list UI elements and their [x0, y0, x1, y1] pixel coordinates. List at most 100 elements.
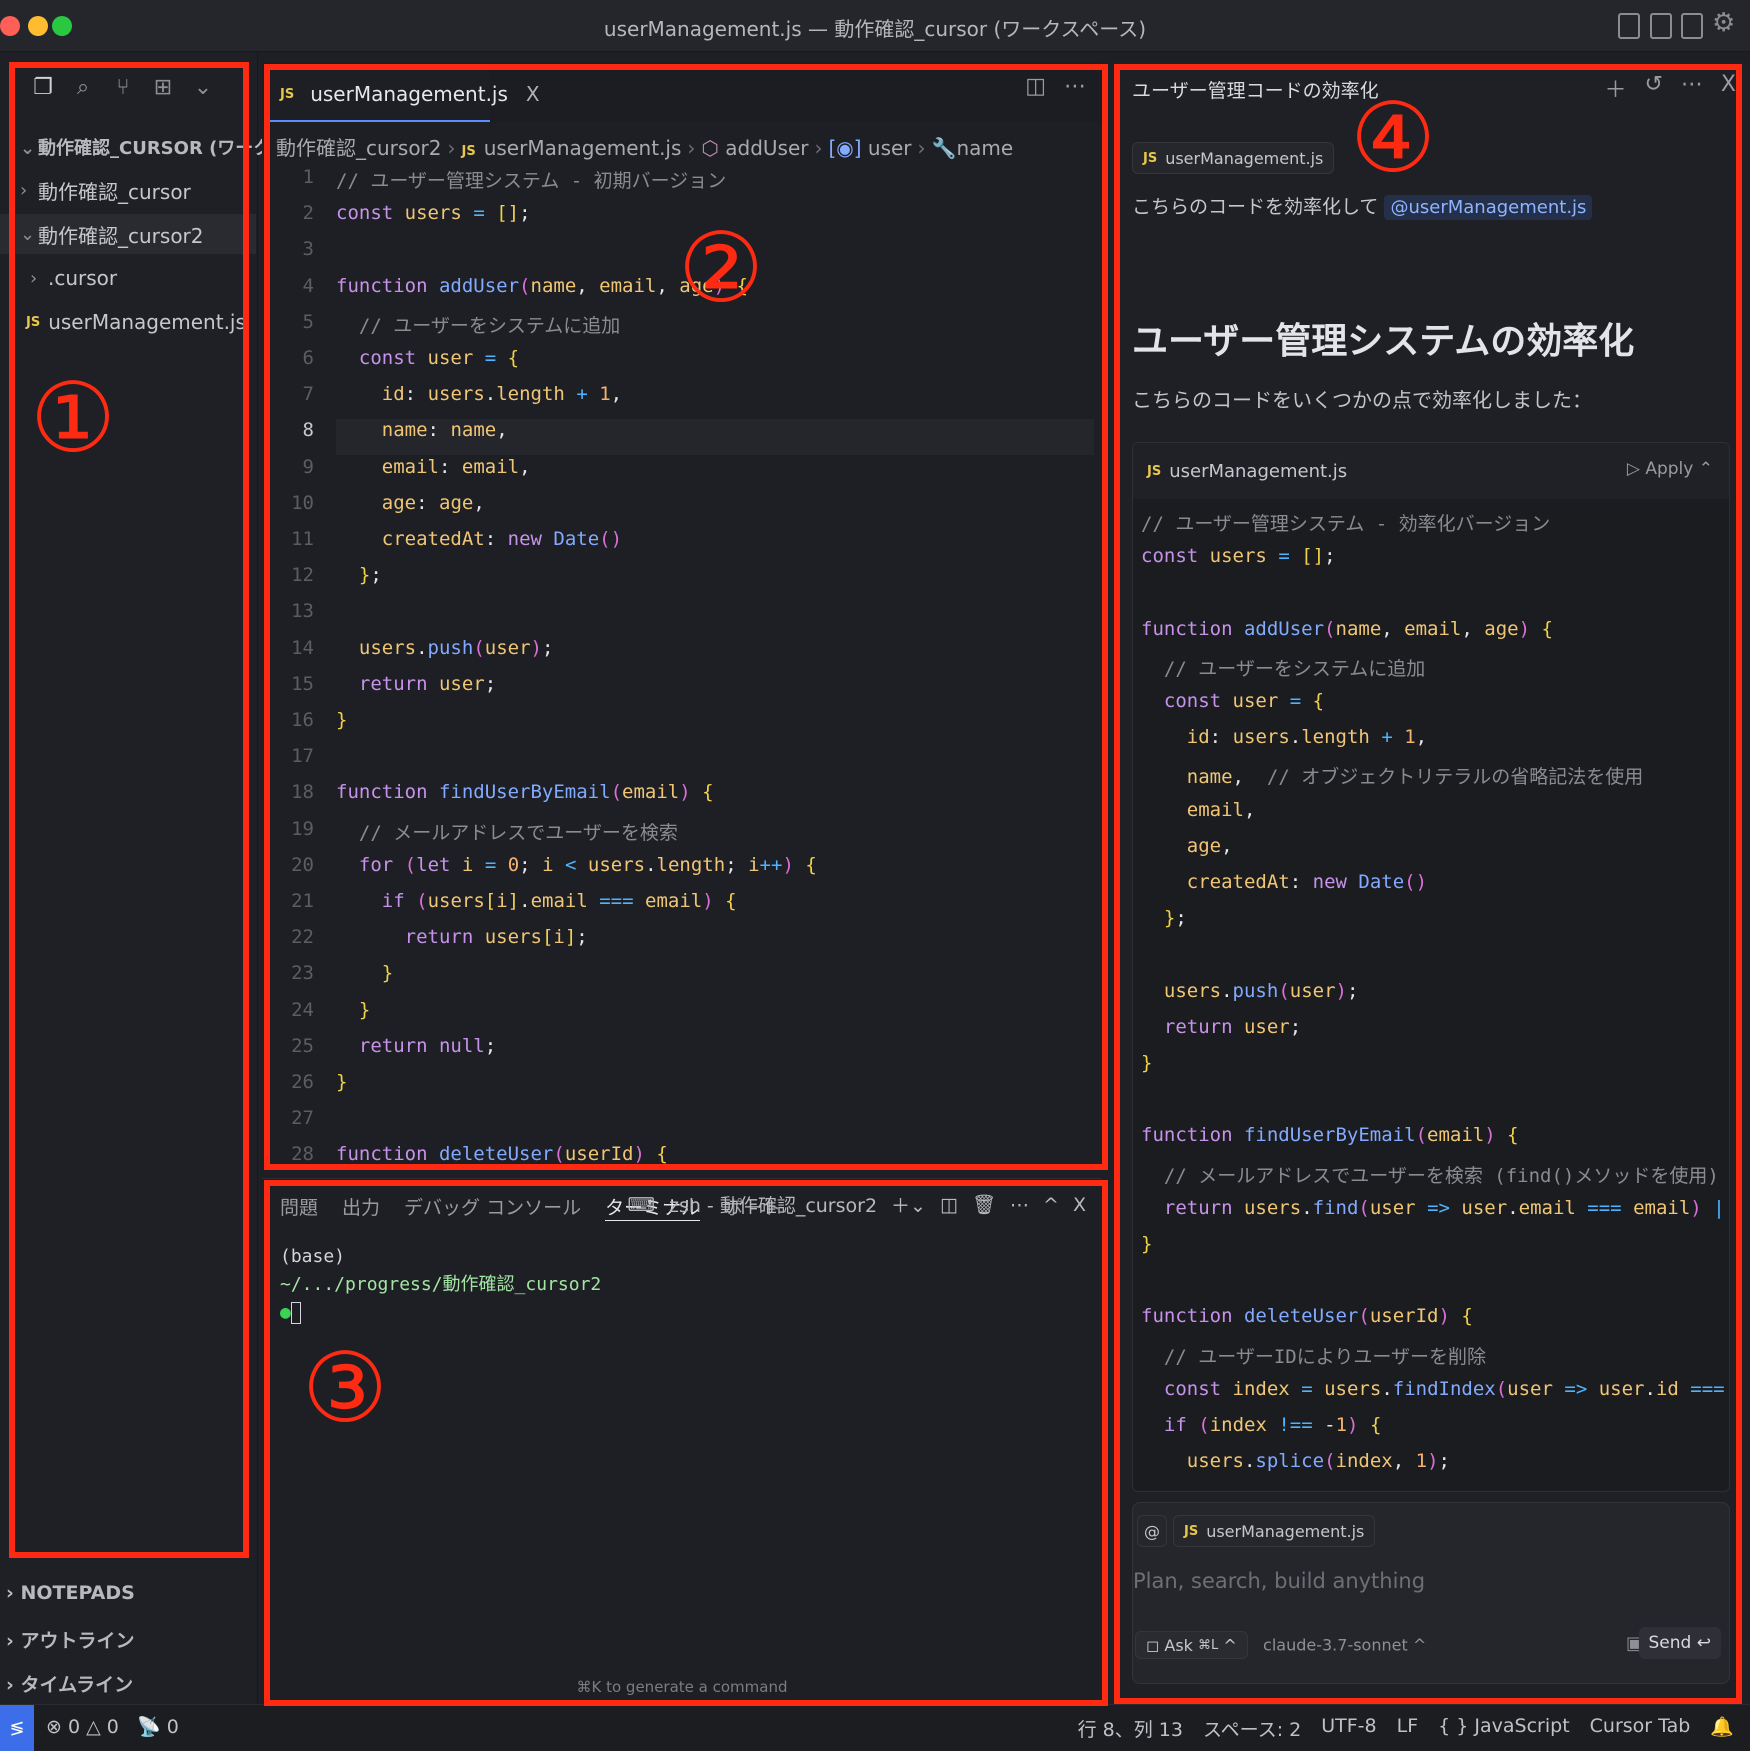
chevron-down-icon[interactable]: ⌄: [190, 72, 216, 102]
line-number: 10: [291, 491, 314, 514]
toggle-secondary-sidebar-icon[interactable]: [1681, 13, 1703, 39]
tree-item-label: userManagement.js: [48, 310, 246, 334]
error-icon: ⊗: [46, 1716, 62, 1738]
code-block-line: id: users.length + 1,: [1186, 726, 1428, 749]
code-line: return user;: [358, 672, 497, 695]
new-chat-plus-icon[interactable]: ＋: [1604, 72, 1626, 104]
terminal-line: ~/.../progress/動作確認_cursor2: [280, 1274, 602, 1295]
more-actions-icon[interactable]: ⋯: [1064, 74, 1086, 99]
trash-icon[interactable]: 🗑: [972, 1193, 996, 1216]
close-chat-icon[interactable]: X: [1721, 72, 1736, 104]
warning-icon: △: [86, 1716, 101, 1738]
code-line: email: email,: [381, 455, 531, 478]
tab-output[interactable]: 出力: [342, 1193, 380, 1221]
line-number: 13: [291, 600, 314, 623]
terminal-selector[interactable]: zsh - 動作確認_cursor2: [669, 1191, 877, 1218]
bell-icon[interactable]: 🔔: [1710, 1715, 1734, 1742]
terminal-output[interactable]: (base) ~/.../progress/動作確認_cursor2 ●: [280, 1243, 601, 1327]
tree-folder-dot-cursor[interactable]: › .cursor: [0, 258, 256, 298]
tab-usermanagement[interactable]: JS userManagement.js X: [270, 68, 540, 122]
code-block-line: name, // オブジェクトリテラルの省略記法を使用: [1186, 766, 1644, 789]
tab-debug-console[interactable]: デバッグ コンソール: [404, 1193, 581, 1221]
problems-indicator[interactable]: ⊗ 0 △ 0 📡 0: [46, 1715, 179, 1738]
code-line: return null;: [358, 1034, 497, 1057]
line-number: 9: [302, 455, 314, 478]
section-notepads[interactable]: › NOTEPADS: [6, 1582, 135, 1604]
apply-button[interactable]: ▷ Apply ⌃: [1627, 459, 1713, 479]
chat-bubble-icon: ◻: [1146, 1635, 1160, 1655]
code-line: const user = {: [358, 347, 520, 369]
code-line: for (let i = 0; i < users.length; i++) {: [358, 853, 817, 876]
split-terminal-icon[interactable]: ◫: [940, 1194, 958, 1216]
line-number: 27: [291, 1107, 314, 1130]
end-of-line[interactable]: LF: [1397, 1715, 1419, 1742]
search-icon[interactable]: ⌕: [70, 72, 96, 102]
section-timeline[interactable]: › タイムライン: [6, 1670, 133, 1697]
cursor-tab-indicator[interactable]: Cursor Tab: [1590, 1715, 1691, 1742]
explorer-sidebar: ❐ ⌕ ⑂ ⊞ ⌄ ⌄ 動作確認_CURSOR (ワークスペース) › 動作確認_c…: [0, 52, 349, 1704]
split-editor-icon[interactable]: ◫: [1025, 74, 1046, 99]
tree-file-usermanagement[interactable]: JS userManagement.js: [0, 302, 256, 342]
close-tab-icon[interactable]: X: [526, 82, 540, 106]
file-mention[interactable]: @userManagement.js: [1384, 195, 1593, 220]
line-number: 11: [291, 528, 314, 550]
line-number: 1: [302, 166, 314, 188]
code-line: if (users[i].email === email) {: [381, 890, 737, 912]
input-context-file-pill[interactable]: JS userManagement.js: [1173, 1515, 1376, 1547]
model-selector[interactable]: claude-3.7-sonnet: [1263, 1636, 1408, 1655]
line-number: 20: [291, 853, 314, 876]
maximize-panel-icon[interactable]: ^: [1043, 1194, 1059, 1216]
toggle-panel-icon[interactable]: [1650, 13, 1672, 39]
language-mode[interactable]: { } JavaScript: [1438, 1715, 1570, 1742]
tree-folder-cursor2[interactable]: ⌄ 動作確認_cursor2: [0, 214, 256, 254]
extensions-icon[interactable]: ⊞: [150, 72, 176, 102]
bottom-panel: 問題 出力 デバッグ コンソール ターミナル ポート ⌨ zsh - 動作確認_…: [262, 1178, 1102, 1704]
window-title: userManagement.js — 動作確認_cursor (ワークスペース…: [603, 17, 1147, 41]
section-outline[interactable]: › アウトライン: [6, 1626, 134, 1653]
user-message: こちらのコードを効率化して @userManagement.js: [1132, 192, 1593, 220]
settings-gear-icon[interactable]: ⚙: [1712, 8, 1735, 38]
chat-input-placeholder[interactable]: Plan, search, build anything: [1133, 1569, 1425, 1593]
remote-indicator-icon[interactable]: ≶: [0, 1705, 34, 1751]
javascript-file-icon: JS: [26, 314, 41, 330]
response-paragraph: こちらのコードをいくつかの点で効率化しました：: [1132, 388, 1592, 412]
more-actions-icon[interactable]: ⋯: [1010, 1194, 1029, 1216]
code-line: }: [336, 709, 348, 731]
toggle-sidebar-icon[interactable]: [1618, 13, 1640, 39]
more-actions-icon[interactable]: ⋯: [1681, 72, 1703, 104]
breadcrumb-item[interactable]: name: [956, 136, 1013, 160]
mode-selector[interactable]: ◻ Ask ⌘L ^: [1135, 1631, 1248, 1659]
breadcrumb-item[interactable]: 動作確認_cursor2: [276, 136, 442, 160]
new-terminal-icon[interactable]: ＋⌄: [891, 1191, 926, 1218]
encoding[interactable]: UTF-8: [1321, 1715, 1376, 1742]
line-number: 5: [302, 310, 314, 333]
code-block-line: users.splice(index, 1);: [1186, 1450, 1450, 1473]
line-number: 19: [291, 817, 314, 840]
chat-input-box[interactable]: @ JS userManagement.js Plan, search, buil…: [1132, 1502, 1730, 1684]
close-panel-icon[interactable]: X: [1073, 1194, 1086, 1216]
line-number: 25: [291, 1034, 314, 1057]
add-context-at-button[interactable]: @: [1137, 1515, 1167, 1547]
tree-folder-cursor[interactable]: › 動作確認_cursor: [0, 170, 256, 210]
code-block-line: }: [1141, 1233, 1153, 1255]
breadcrumb-item[interactable]: addUser: [725, 136, 808, 160]
breadcrumb-item[interactable]: user: [868, 136, 912, 160]
code-line: age: age,: [381, 491, 485, 514]
indentation[interactable]: スペース: 2: [1203, 1715, 1301, 1742]
code-line: return users[i];: [404, 926, 588, 949]
code-block-line: return users.find(user => user.email ===…: [1163, 1196, 1729, 1219]
history-icon[interactable]: ↺: [1644, 72, 1662, 104]
source-control-icon[interactable]: ⑂: [110, 72, 136, 102]
code-block-filename: userManagement.js: [1169, 460, 1348, 482]
cursor-position[interactable]: 行 8、列 13: [1078, 1715, 1183, 1742]
send-button[interactable]: Send ↩: [1638, 1627, 1721, 1659]
breadcrumb-item[interactable]: userManagement.js: [484, 136, 682, 160]
code-line: }: [358, 998, 371, 1021]
error-count: 0: [67, 1716, 81, 1738]
context-file-pill[interactable]: JS userManagement.js: [1132, 142, 1335, 174]
tab-problems[interactable]: 問題: [280, 1193, 318, 1221]
response-code-block: JS userManagement.js ▷ Apply ⌃ // ユーザー管理シ…: [1132, 442, 1730, 1492]
explorer-files-icon[interactable]: ❐: [30, 72, 56, 102]
warning-count: 0: [106, 1716, 119, 1738]
code-block-line: if (index !== -1) {: [1163, 1414, 1382, 1436]
